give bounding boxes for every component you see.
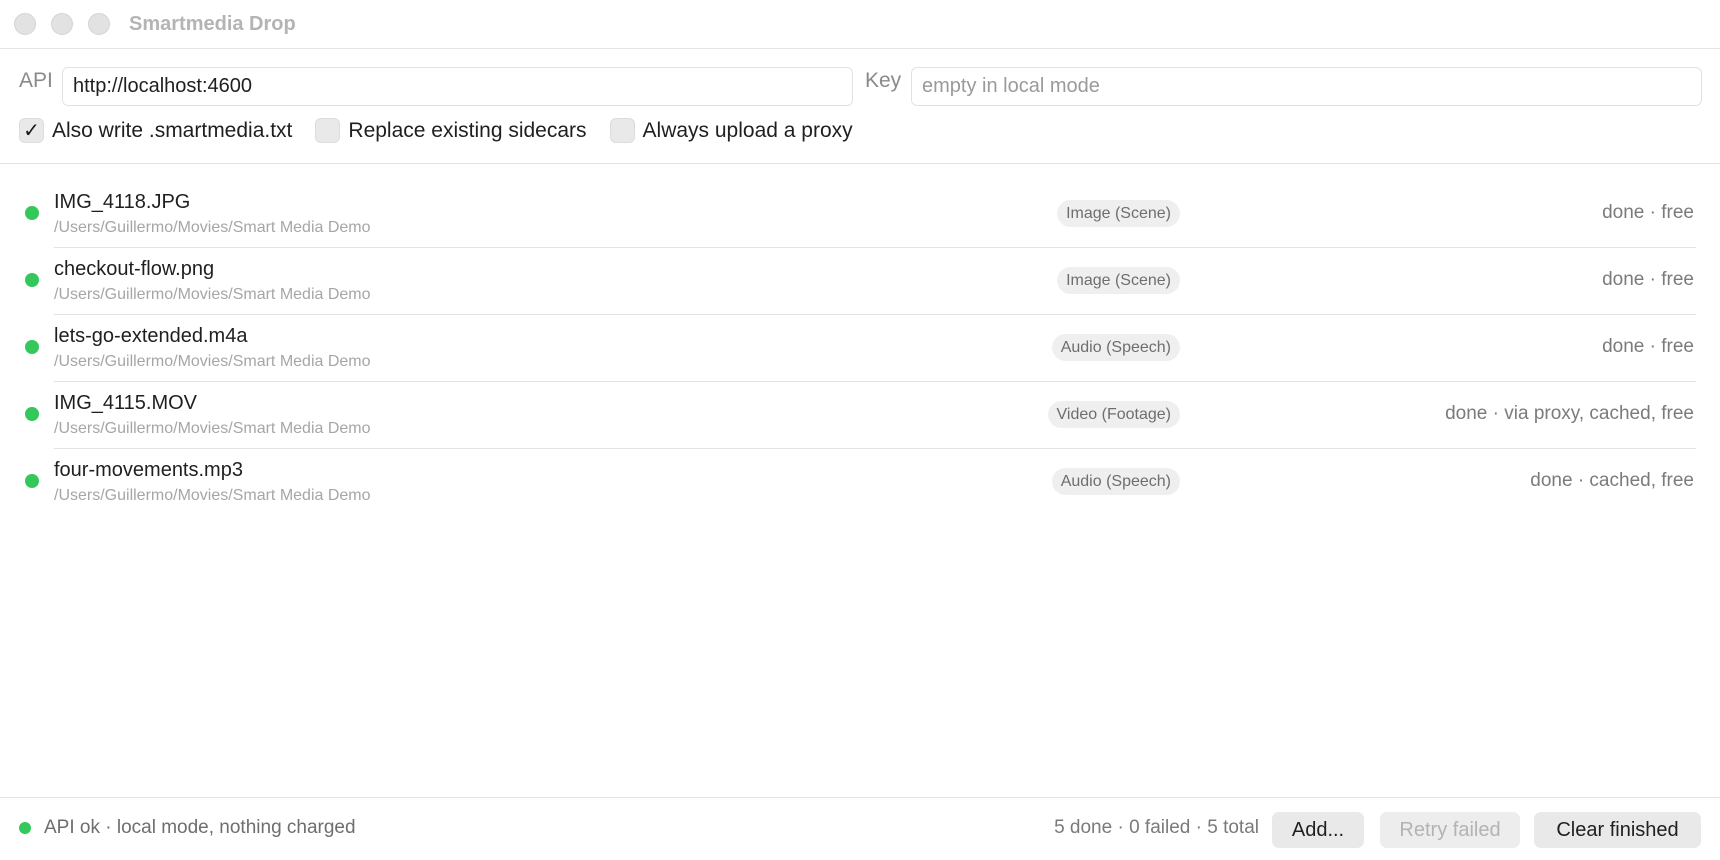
file-path: /Users/Guillermo/Movies/Smart Media Demo [54,487,371,504]
file-name: checkout-flow.png [54,258,215,280]
status-dot [25,273,39,287]
file-row[interactable]: four-movements.mp3 /Users/Guillermo/Movi… [0,449,1720,516]
also-write-sidecar-label[interactable]: Also write .smartmedia.txt [52,119,292,143]
minimize-window-button[interactable] [51,13,73,35]
file-status: done · via proxy, cached, free [1445,403,1694,424]
file-status: done · free [1602,202,1694,223]
window-title: Smartmedia Drop [129,12,296,35]
options-row: ✓ Also write .smartmedia.txt Replace exi… [19,118,876,143]
file-row[interactable]: lets-go-extended.m4a /Users/Guillermo/Mo… [0,315,1720,382]
file-path: /Users/Guillermo/Movies/Smart Media Demo [54,286,371,303]
api-status-dot [19,822,31,834]
add-button[interactable]: Add... [1272,812,1364,848]
file-status: done · free [1602,269,1694,290]
file-row[interactable]: IMG_4118.JPG /Users/Guillermo/Movies/Sma… [0,181,1720,248]
replace-sidecars-checkbox[interactable] [315,118,341,143]
also-write-sidecar-checkbox[interactable]: ✓ [19,118,44,143]
upload-proxy-checkbox[interactable] [609,118,635,143]
api-key-field[interactable]: empty in local mode [911,67,1702,106]
file-name: four-movements.mp3 [54,459,243,481]
status-dot [25,407,39,421]
media-type-badge: Video (Footage) [1047,401,1180,428]
close-window-button[interactable] [14,13,36,35]
media-type-badge: Audio (Speech) [1051,334,1180,361]
settings-panel: API http://localhost:4600 Key empty in l… [0,49,1720,164]
file-row[interactable]: IMG_4115.MOV /Users/Guillermo/Movies/Sma… [0,382,1720,449]
api-status-text: API ok · local mode, nothing charged [44,817,356,838]
file-status: done · free [1602,336,1694,357]
file-path: /Users/Guillermo/Movies/Smart Media Demo [54,219,371,236]
file-name: IMG_4115.MOV [54,392,198,414]
file-name: lets-go-extended.m4a [54,325,248,347]
retry-failed-button[interactable]: Retry failed [1380,812,1520,848]
window-controls [14,13,110,35]
zoom-window-button[interactable] [88,13,110,35]
api-label: API [19,69,53,92]
file-list: IMG_4118.JPG /Users/Guillermo/Movies/Sma… [0,181,1720,516]
file-row[interactable]: checkout-flow.png /Users/Guillermo/Movie… [0,248,1720,315]
app-window: Smartmedia Drop API http://localhost:460… [0,0,1720,860]
api-url-field[interactable]: http://localhost:4600 [62,67,853,106]
checkmark-icon: ✓ [23,119,40,142]
clear-finished-button[interactable]: Clear finished [1534,812,1701,848]
queue-summary: 5 done · 0 failed · 5 total [1054,817,1259,838]
media-type-badge: Image (Scene) [1057,267,1180,294]
media-type-badge: Audio (Speech) [1051,468,1180,495]
file-path: /Users/Guillermo/Movies/Smart Media Demo [54,353,371,370]
key-label: Key [865,69,902,92]
media-type-badge: Image (Scene) [1057,200,1180,227]
upload-proxy-label[interactable]: Always upload a proxy [643,119,853,143]
file-status: done · cached, free [1530,470,1694,491]
status-bar: API ok · local mode, nothing charged 5 d… [0,797,1720,860]
status-dot [25,474,39,488]
title-bar: Smartmedia Drop [0,0,1720,49]
upload-proxy-option[interactable]: Always upload a proxy [609,118,853,143]
file-path: /Users/Guillermo/Movies/Smart Media Demo [54,420,371,437]
status-dot [25,340,39,354]
status-dot [25,206,39,220]
replace-sidecars-label[interactable]: Replace existing sidecars [348,119,586,143]
replace-sidecars-option[interactable]: Replace existing sidecars [315,118,587,143]
file-name: IMG_4118.JPG [54,191,191,213]
also-write-sidecar-option[interactable]: ✓ Also write .smartmedia.txt [19,118,292,143]
